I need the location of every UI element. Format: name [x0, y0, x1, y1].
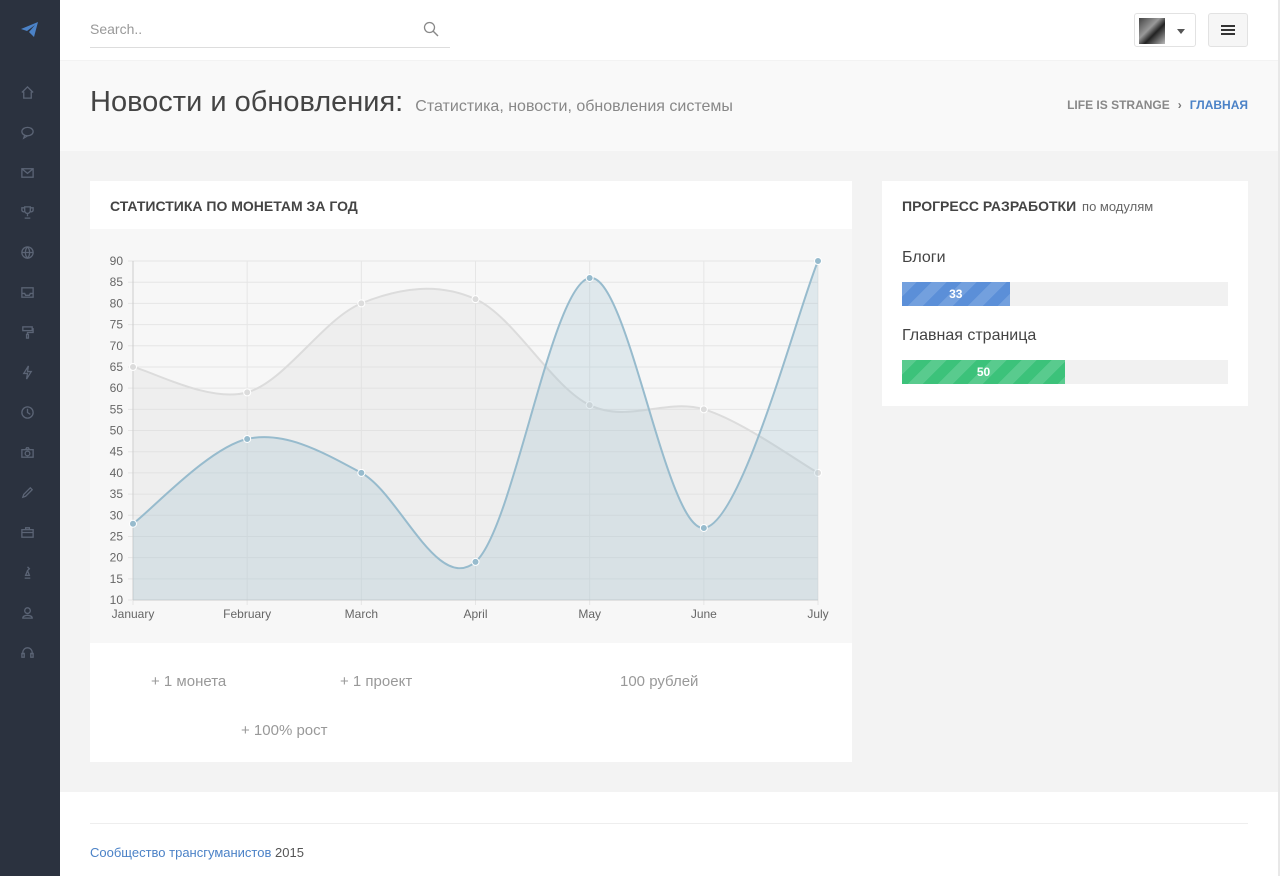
progress-bar: 33 — [902, 282, 1228, 306]
data-point — [129, 519, 137, 528]
chart-panel-title: Статистика по монетам за год — [110, 198, 358, 214]
stat-item: 100 рублей — [620, 673, 699, 690]
mail-icon[interactable] — [18, 163, 36, 181]
footer-divider — [90, 823, 1248, 824]
bolt-icon[interactable] — [18, 363, 36, 381]
stat-item: + 1 монета — [151, 673, 227, 690]
y-tick-label: 50 — [110, 424, 124, 438]
footer-copyright: Сообщество трансгуманистов 2015 — [90, 845, 304, 860]
search-box — [90, 12, 450, 48]
y-tick-label: 60 — [110, 381, 124, 395]
page-header: Новости и обновления: Статистика, новост… — [60, 61, 1278, 151]
progress-title-text: Прогресс разработки — [902, 198, 1077, 214]
y-tick-label: 70 — [110, 339, 124, 353]
data-point — [129, 362, 137, 371]
camera-icon[interactable] — [18, 443, 36, 461]
data-point — [357, 468, 366, 477]
coins-stats-panel: Статистика по монетам за год 10 15 20 25 30 3… — [90, 181, 852, 762]
briefcase-icon[interactable] — [18, 523, 36, 541]
data-point — [699, 523, 708, 532]
page-title-text: Новости и обновления: — [90, 86, 404, 118]
y-tick-label: 55 — [110, 402, 124, 416]
y-tick-label: 90 — [110, 254, 124, 268]
headset-icon[interactable] — [18, 643, 36, 661]
y-tick-label: 75 — [110, 318, 124, 332]
footer-link[interactable]: Сообщество трансгуманистов — [90, 845, 271, 860]
footer-year: 2015 — [275, 845, 304, 860]
progress-bar: 50 — [902, 360, 1228, 384]
sidebar — [0, 0, 60, 876]
breadcrumb-current[interactable]: ГЛАВНАЯ — [1190, 98, 1248, 112]
search-input[interactable] — [90, 12, 410, 46]
y-tick-label: 30 — [110, 508, 124, 522]
y-tick-label: 35 — [110, 487, 124, 501]
breadcrumb: LIFE IS STRANGE › ГЛАВНАЯ — [1067, 98, 1248, 112]
data-point — [471, 295, 480, 304]
data-point — [243, 388, 252, 397]
y-tick-label: 15 — [110, 572, 124, 586]
list-icon — [1221, 25, 1235, 35]
page-title: Новости и обновления: Статистика, новост… — [90, 86, 733, 119]
chart-svg: 10 15 20 25 30 35 40 45 50 55 60 65 70 75 80 85 90 Januar… — [110, 254, 829, 621]
y-tick-label: 85 — [110, 275, 124, 289]
chat-icon[interactable] — [18, 123, 36, 141]
stat-item: + 1 проект — [340, 673, 413, 690]
caret-down-icon — [1177, 29, 1185, 34]
avatar — [1139, 18, 1165, 44]
x-tick-label: June — [691, 607, 717, 621]
y-tick-label: 80 — [110, 296, 124, 310]
inbox-icon[interactable] — [18, 283, 36, 301]
y-tick-label: 10 — [110, 593, 124, 607]
stat-item: + 100% рост — [241, 722, 328, 739]
paper-plane-icon — [21, 22, 38, 37]
progress-label: Блоги — [902, 249, 946, 266]
home-icon[interactable] — [18, 83, 36, 101]
x-tick-label: July — [807, 607, 828, 621]
progress-fill: 33 — [902, 282, 1010, 306]
data-point — [585, 273, 594, 282]
x-tick-label: March — [345, 607, 378, 621]
data-point — [243, 434, 252, 443]
topbar — [60, 0, 1278, 60]
data-point — [357, 299, 366, 308]
y-tick-label: 25 — [110, 529, 124, 543]
breadcrumb-home[interactable]: LIFE IS STRANGE — [1067, 98, 1170, 112]
chess-piece-icon[interactable] — [18, 563, 36, 581]
paint-roller-icon[interactable] — [18, 323, 36, 341]
x-tick-label: January — [112, 607, 155, 621]
data-point — [699, 405, 708, 414]
chevron-right-icon: › — [1177, 98, 1182, 112]
menu-toggle-button[interactable] — [1208, 13, 1248, 47]
progress-subtitle: по модулям — [1082, 199, 1154, 214]
page-subtitle: Статистика, новости, обновления системы — [415, 98, 733, 115]
x-tick-label: May — [578, 607, 601, 621]
x-tick-label: April — [463, 607, 487, 621]
y-tick-label: 40 — [110, 466, 124, 480]
data-point — [814, 257, 822, 265]
user-icon[interactable] — [18, 603, 36, 621]
progress-fill: 50 — [902, 360, 1065, 384]
y-tick-label: 45 — [110, 445, 124, 459]
y-tick-label: 20 — [110, 551, 124, 565]
line-chart: 10 15 20 25 30 35 40 45 50 55 60 65 70 75 80 85 90 Januar… — [90, 229, 852, 643]
pencil-icon[interactable] — [18, 483, 36, 501]
logo[interactable] — [0, 0, 60, 60]
globe-icon[interactable] — [18, 243, 36, 261]
search-icon[interactable] — [422, 20, 440, 38]
progress-label: Главная страница — [902, 327, 1037, 344]
x-tick-label: February — [223, 607, 271, 621]
progress-panel-title: Прогресс разработки по модулям — [902, 198, 1153, 214]
clock-icon[interactable] — [18, 403, 36, 421]
dev-progress-panel: Прогресс разработки по модулям Блоги 33 … — [882, 181, 1248, 406]
user-menu-button[interactable] — [1134, 13, 1196, 47]
footer: Сообщество трансгуманистов 2015 — [60, 792, 1278, 876]
y-tick-label: 65 — [110, 360, 124, 374]
trophy-icon[interactable] — [18, 203, 36, 221]
data-point — [471, 557, 480, 566]
